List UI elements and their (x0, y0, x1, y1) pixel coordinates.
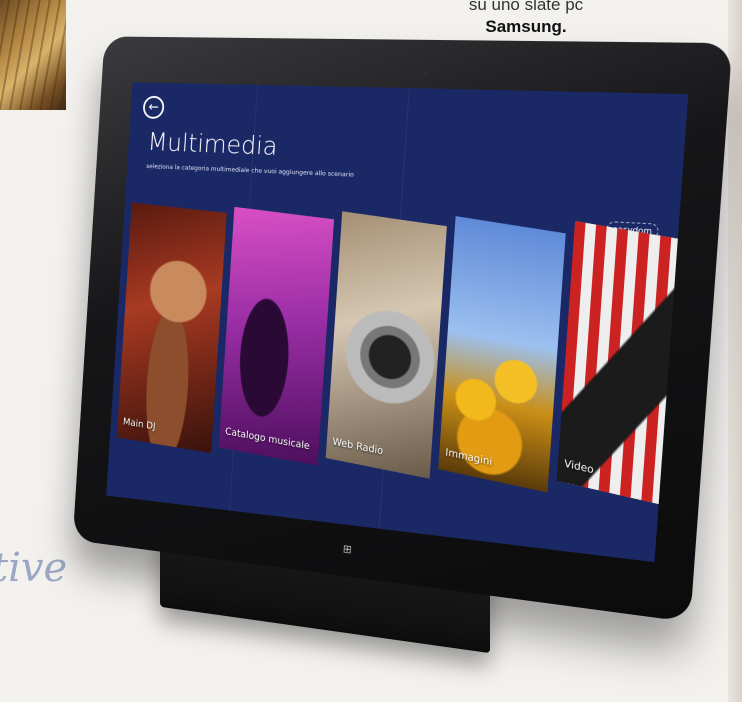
tile-web-radio[interactable]: Web Radio (325, 211, 447, 479)
magazine-photo (0, 0, 66, 110)
tile-immagini[interactable]: Immagini (438, 215, 566, 493)
app-screen: ← Multimedia seleziona la categoria mult… (106, 82, 689, 563)
back-arrow-icon[interactable]: ← (142, 95, 165, 120)
tile-image (218, 206, 335, 466)
tile-catalogo-musicale[interactable]: Catalogo musicale (218, 206, 335, 466)
tablet-device: ← Multimedia seleziona la categoria mult… (72, 36, 733, 623)
category-tiles: Main DJ Catalogo musicale Web Radio Imma… (116, 202, 689, 514)
tile-video[interactable]: Video (556, 220, 689, 508)
page-title: Multimedia (146, 128, 279, 162)
tile-main-dj[interactable]: Main DJ (116, 202, 227, 454)
caption-text: su uno slate pc (468, 0, 584, 14)
magazine-caption: su uno slate pc Samsung. (436, 0, 616, 38)
caption-brand: Samsung. (485, 17, 567, 36)
magazine-script-text: tive (0, 545, 68, 591)
tile-image (116, 202, 227, 454)
camera-icon (423, 70, 430, 77)
windows-home-icon[interactable]: ⊞ (340, 542, 354, 558)
page-edge (728, 0, 742, 702)
